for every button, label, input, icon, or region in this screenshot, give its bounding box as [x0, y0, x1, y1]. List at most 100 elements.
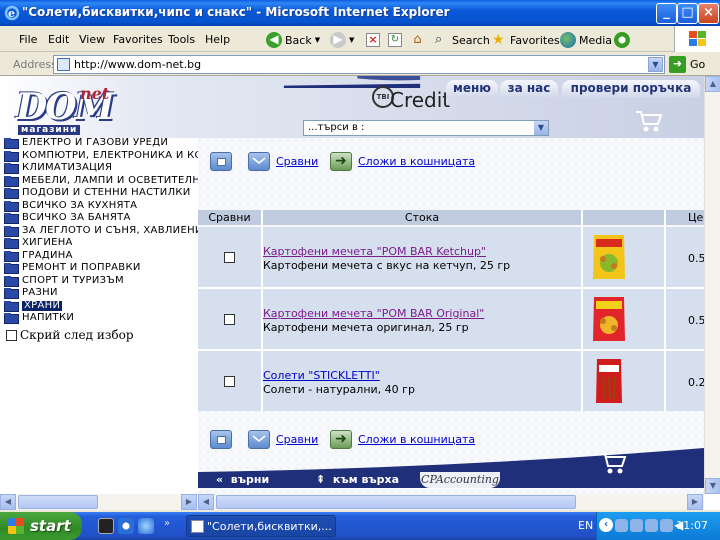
menu-help[interactable]: Help	[205, 33, 230, 46]
favorites-button[interactable]: ★ Favorites	[492, 31, 560, 49]
taskbar-ie-window[interactable]: "Солети,бисквитки,...	[186, 515, 336, 537]
product-image-pom-bar-ketchup[interactable]	[591, 233, 627, 281]
nav-menu-tab[interactable]: меню	[446, 80, 498, 98]
go-button[interactable]: ➜ Go	[669, 55, 717, 74]
sidebar-horizontal-scrollbar[interactable]: ◀ ▶	[0, 494, 198, 510]
menu-view[interactable]: View	[79, 33, 105, 46]
refresh-button[interactable]: ↻	[388, 31, 402, 49]
product-link[interactable]: Картофени мечета "POM BAR Original"	[263, 307, 484, 320]
home-button[interactable]: ⌂	[410, 31, 425, 49]
main-horizontal-scrollbar[interactable]: ◀ ▶	[198, 494, 704, 510]
scroll-thumb[interactable]	[18, 495, 98, 509]
product-link[interactable]: Картофени мечета "POM BAR Ketchup"	[263, 245, 486, 258]
nav-about-tab[interactable]: за нас	[500, 80, 558, 98]
chevron-right-icon[interactable]: »	[164, 518, 170, 529]
scroll-up-arrow[interactable]: ▲	[705, 76, 720, 92]
category-electro[interactable]: ЕЛЕКТРО И ГАЗОВИ УРЕДИ	[0, 138, 198, 150]
category-kitchen[interactable]: ВСИЧКО ЗА КУХНЯТА	[0, 200, 198, 213]
category-label: СПОРТ И ТУРИЗЪМ	[22, 275, 124, 286]
media-button[interactable]: Media	[560, 31, 612, 49]
category-computers[interactable]: КОМПЮТРИ, ЕЛЕКТРОНИКА И КОМУ	[0, 150, 198, 163]
quicklaunch-icon[interactable]	[118, 518, 134, 534]
forward-button[interactable]: ▶ ▼	[330, 31, 354, 49]
product-link[interactable]: Солети "STICKLETTI"	[263, 369, 380, 382]
product-image-stickletti[interactable]	[591, 357, 627, 405]
col-header-image	[583, 210, 664, 225]
site-search-select[interactable]: ...търси в : ▼	[303, 120, 549, 136]
category-repair[interactable]: РЕМОНТ И ПОПРАВКИ	[0, 263, 198, 275]
row-compare-checkbox[interactable]	[224, 252, 235, 263]
folder-icon	[4, 225, 19, 237]
category-misc[interactable]: РАЗНИ	[0, 288, 198, 300]
footer-top-link[interactable]: ⇞ към върха	[316, 472, 399, 488]
category-hygiene[interactable]: ХИГИЕНА	[0, 238, 198, 250]
product-image-pom-bar-original[interactable]	[591, 295, 627, 343]
network-icon[interactable]	[630, 519, 643, 532]
menu-file[interactable]: File	[19, 33, 37, 46]
windows-flag-logo	[674, 26, 720, 52]
command-prompt-icon[interactable]	[98, 518, 114, 534]
cpaccounting-logo[interactable]: CPAccounting	[420, 472, 500, 488]
menu-edit[interactable]: Edit	[48, 33, 69, 46]
ie-logo-icon: e	[4, 5, 20, 21]
category-drinks[interactable]: НАПИТКИ	[0, 313, 198, 325]
taskbar-window-label: "Солети,бисквитки,...	[207, 520, 332, 533]
stop-button[interactable]: ×	[366, 31, 380, 49]
shopping-cart-icon[interactable]	[598, 450, 628, 476]
site-logo[interactable]: DOM net магазини	[10, 82, 114, 135]
select-all-button[interactable]	[210, 152, 232, 171]
menu-tools[interactable]: Tools	[168, 33, 195, 46]
product-description: Солети - натурални, 40 гр	[263, 383, 415, 396]
shopping-cart-icon[interactable]	[634, 108, 664, 134]
search-button[interactable]: ⌕ Search	[435, 31, 490, 49]
scroll-right-arrow[interactable]: ▶	[687, 494, 703, 510]
minimize-button[interactable]: _	[656, 3, 677, 24]
tray-expand-icon[interactable]: ‹	[599, 518, 613, 532]
history-icon	[614, 32, 630, 48]
network-icon[interactable]	[645, 519, 658, 532]
address-input[interactable]: http://www.dom-net.bg ▼	[53, 55, 665, 74]
close-button[interactable]: ×	[698, 3, 719, 24]
tbi-credit-logo[interactable]: TBI Credit	[372, 84, 450, 114]
category-furniture[interactable]: МЕБЕЛИ, ЛАМПИ И ОСВЕТИТЕЛНИ Т	[0, 175, 198, 188]
category-bedding[interactable]: ЗА ЛЕГЛОТО И СЪНЯ, ХАВЛИЕНИ И	[0, 225, 198, 238]
row-compare-checkbox[interactable]	[224, 376, 235, 387]
scroll-right-arrow[interactable]: ▶	[181, 494, 197, 510]
add-to-cart-link[interactable]: Сложи в кошницата	[358, 155, 475, 168]
scroll-thumb[interactable]	[216, 495, 576, 509]
add-to-cart-icon-button[interactable]: ➜	[330, 152, 352, 171]
history-button[interactable]	[614, 31, 630, 49]
network-icon[interactable]	[660, 519, 673, 532]
ie-quicklaunch-icon[interactable]	[138, 518, 154, 534]
folder-icon	[4, 288, 19, 299]
nav-check-order-tab[interactable]: провери поръчка	[562, 80, 700, 98]
category-climate[interactable]: КЛИМАТИЗАЦИЯ	[0, 163, 198, 175]
scroll-left-arrow[interactable]: ◀	[198, 494, 214, 510]
hide-after-select-option[interactable]: Скрий след избор	[6, 328, 134, 342]
category-label: МЕБЕЛИ, ЛАМПИ И ОСВЕТИТЕЛНИ Т	[22, 175, 198, 186]
clock[interactable]: 11:07	[676, 519, 708, 532]
footer-back-link[interactable]: « върни	[216, 472, 269, 488]
language-indicator[interactable]: EN	[578, 519, 593, 532]
start-button[interactable]: start	[0, 512, 82, 540]
go-label: Go	[690, 58, 706, 71]
row-divider	[198, 287, 704, 289]
category-food-selected[interactable]: ХРАНИ	[0, 300, 198, 313]
scroll-down-arrow[interactable]: ▼	[705, 478, 720, 494]
menu-favorites[interactable]: Favorites	[113, 33, 163, 46]
maximize-button[interactable]: □	[677, 3, 698, 24]
compare-icon-button[interactable]	[248, 152, 270, 171]
category-sport[interactable]: СПОРТ И ТУРИЗЪМ	[0, 275, 198, 288]
category-garden[interactable]: ГРАДИНА	[0, 250, 198, 263]
vertical-scrollbar[interactable]: ▲ ▼	[704, 76, 720, 494]
search-label: Search	[452, 33, 490, 47]
scroll-left-arrow[interactable]: ◀	[0, 494, 16, 510]
hide-after-checkbox[interactable]	[6, 329, 17, 341]
compare-link[interactable]: Сравни	[276, 155, 318, 168]
category-bathroom[interactable]: ВСИЧКО ЗА БАНЯТА	[0, 213, 198, 225]
row-compare-checkbox[interactable]	[224, 314, 235, 325]
category-flooring[interactable]: ПОДОВИ И СТЕННИ НАСТИЛКИ	[0, 188, 198, 200]
address-dropdown-icon[interactable]: ▼	[648, 57, 663, 72]
back-button[interactable]: ◀ Back ▼	[266, 31, 320, 49]
network-icon[interactable]	[615, 519, 628, 532]
